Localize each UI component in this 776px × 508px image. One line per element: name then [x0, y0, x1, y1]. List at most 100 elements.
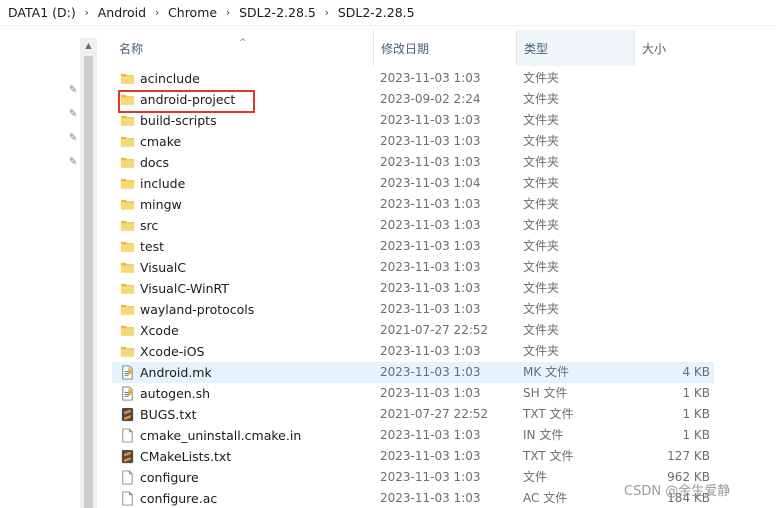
pin-icon[interactable]: ✏ [64, 130, 81, 147]
file-name: VisualC-WinRT [140, 281, 229, 296]
file-row[interactable]: CMakeLists.txt 2023-11-03 1:03 TXT 文件 127 K… [112, 446, 714, 467]
file-size [642, 194, 710, 215]
file-name: mingw [140, 197, 182, 212]
breadcrumb-chevron-icon[interactable]: › [146, 6, 168, 19]
column-header-name[interactable]: ^ 名称 [112, 30, 374, 66]
column-header-date[interactable]: 修改日期 [374, 30, 517, 66]
file-size: 127 KB [667, 449, 710, 463]
file-row[interactable]: cmake_uninstall.cmake.in 2023-11-03 1:03 I… [112, 425, 714, 446]
file-type: 文件夹 [523, 239, 560, 253]
file-row[interactable]: autogen.sh 2023-11-03 1:03 SH 文件 1 KB [112, 383, 714, 404]
pin-icon[interactable]: ✏ [64, 82, 81, 99]
column-date-label: 修改日期 [381, 42, 430, 56]
file-name: Xcode [140, 323, 179, 338]
file-list: acinclude 2023-11-03 1:03 文件夹 android-proje… [112, 68, 776, 508]
file-date: 2023-11-03 1:03 [380, 449, 481, 463]
file-type: MK 文件 [523, 365, 570, 379]
folder-row[interactable]: Xcode-iOS 2023-11-03 1:03 文件夹 [112, 341, 714, 362]
file-type: AC 文件 [523, 491, 568, 505]
breadcrumb-chevron-icon[interactable]: › [76, 6, 98, 19]
script-file-icon [120, 365, 135, 380]
file-row[interactable]: BUGS.txt 2021-07-27 22:52 TXT 文件 1 KB [112, 404, 714, 425]
file-date: 2023-11-03 1:03 [380, 260, 481, 274]
file-type: 文件夹 [523, 323, 560, 337]
file-date: 2023-09-02 2:24 [380, 92, 481, 106]
file-date: 2023-11-03 1:03 [380, 344, 481, 358]
folder-icon [120, 134, 135, 149]
file-type: 文件夹 [523, 260, 560, 274]
file-name: configure [140, 470, 199, 485]
file-type: 文件夹 [523, 71, 560, 85]
file-date: 2023-11-03 1:03 [380, 134, 481, 148]
column-header-type[interactable]: 类型 [517, 30, 635, 66]
file-date: 2023-11-03 1:03 [380, 197, 481, 211]
folder-row[interactable]: cmake 2023-11-03 1:03 文件夹 [112, 131, 714, 152]
file-date: 2023-11-03 1:03 [380, 71, 481, 85]
file-date: 2023-11-03 1:03 [380, 491, 481, 505]
breadcrumb-item[interactable]: Android [98, 5, 146, 20]
folder-row[interactable]: test 2023-11-03 1:03 文件夹 [112, 236, 714, 257]
file-type: 文件夹 [523, 281, 560, 295]
folder-row[interactable]: wayland-protocols 2023-11-03 1:03 文件夹 [112, 299, 714, 320]
folder-icon [120, 239, 135, 254]
breadcrumb-chevron-icon[interactable]: › [316, 6, 338, 19]
file-size [642, 236, 710, 257]
file-size: 4 KB [682, 365, 710, 379]
file-name: test [140, 239, 165, 254]
file-name: autogen.sh [140, 386, 211, 401]
folder-row[interactable]: mingw 2023-11-03 1:03 文件夹 [112, 194, 714, 215]
column-header-size[interactable]: 大小 [635, 30, 776, 66]
navigation-pane: ✏ ✏ ✏ ✏ ▲ [0, 26, 100, 508]
file-type: IN 文件 [523, 428, 564, 442]
file-size [642, 320, 710, 341]
file-name: include [140, 176, 186, 191]
folder-row[interactable]: include 2023-11-03 1:04 文件夹 [112, 173, 714, 194]
breadcrumb-item[interactable]: Chrome [168, 5, 217, 20]
breadcrumb-chevron-icon[interactable]: › [217, 6, 239, 19]
file-date: 2023-11-03 1:03 [380, 386, 481, 400]
nav-scrollbar-thumb[interactable] [84, 56, 93, 508]
file-type: 文件夹 [523, 155, 560, 169]
file-name: cmake [140, 134, 182, 149]
file-size [642, 278, 710, 299]
highlight-annotation-box [118, 90, 255, 113]
file-size: 1 KB [682, 386, 710, 400]
folder-row[interactable]: docs 2023-11-03 1:03 文件夹 [112, 152, 714, 173]
file-name: acinclude [140, 71, 200, 86]
folder-row[interactable]: Xcode 2021-07-27 22:52 文件夹 [112, 320, 714, 341]
file-name: VisualC [140, 260, 187, 275]
file-type: 文件夹 [523, 344, 560, 358]
file-date: 2023-11-03 1:04 [380, 176, 481, 190]
file-row[interactable]: Android.mk 2023-11-03 1:03 MK 文件 4 KB [112, 362, 714, 383]
folder-row[interactable]: VisualC-WinRT 2023-11-03 1:03 文件夹 [112, 278, 714, 299]
folder-icon [120, 260, 135, 275]
sublime-file-icon [120, 407, 135, 422]
column-name-label: 名称 [119, 42, 144, 56]
blank-file-icon [120, 470, 135, 485]
file-type: 文件夹 [523, 176, 560, 190]
file-type: TXT 文件 [523, 407, 574, 421]
breadcrumb-item[interactable]: SDL2-2.28.5 [239, 5, 316, 20]
folder-row[interactable]: src 2023-11-03 1:03 文件夹 [112, 215, 714, 236]
folder-icon [120, 155, 135, 170]
file-size [642, 257, 710, 278]
pin-icon[interactable]: ✏ [64, 154, 81, 171]
file-date: 2023-11-03 1:03 [380, 302, 481, 316]
column-header: ^ 名称 修改日期 类型 大小 [112, 30, 776, 66]
sort-ascending-icon: ^ [239, 38, 247, 48]
file-date: 2023-11-03 1:03 [380, 239, 481, 253]
folder-row[interactable]: VisualC 2023-11-03 1:03 文件夹 [112, 257, 714, 278]
folder-icon [120, 302, 135, 317]
file-date: 2023-11-03 1:03 [380, 218, 481, 232]
breadcrumb-item[interactable]: SDL2-2.28.5 [338, 5, 415, 20]
file-size [642, 341, 710, 362]
file-size [642, 89, 710, 110]
folder-row[interactable]: acinclude 2023-11-03 1:03 文件夹 [112, 68, 714, 89]
breadcrumb-item[interactable]: DATA1 (D:) [8, 5, 76, 20]
folder-row[interactable]: build-scripts 2023-11-03 1:03 文件夹 [112, 110, 714, 131]
scroll-up-arrow-icon[interactable]: ▲ [80, 38, 97, 54]
file-type: 文件夹 [523, 113, 560, 127]
file-type: TXT 文件 [523, 449, 574, 463]
blank-file-icon [120, 491, 135, 506]
pin-icon[interactable]: ✏ [64, 106, 81, 123]
